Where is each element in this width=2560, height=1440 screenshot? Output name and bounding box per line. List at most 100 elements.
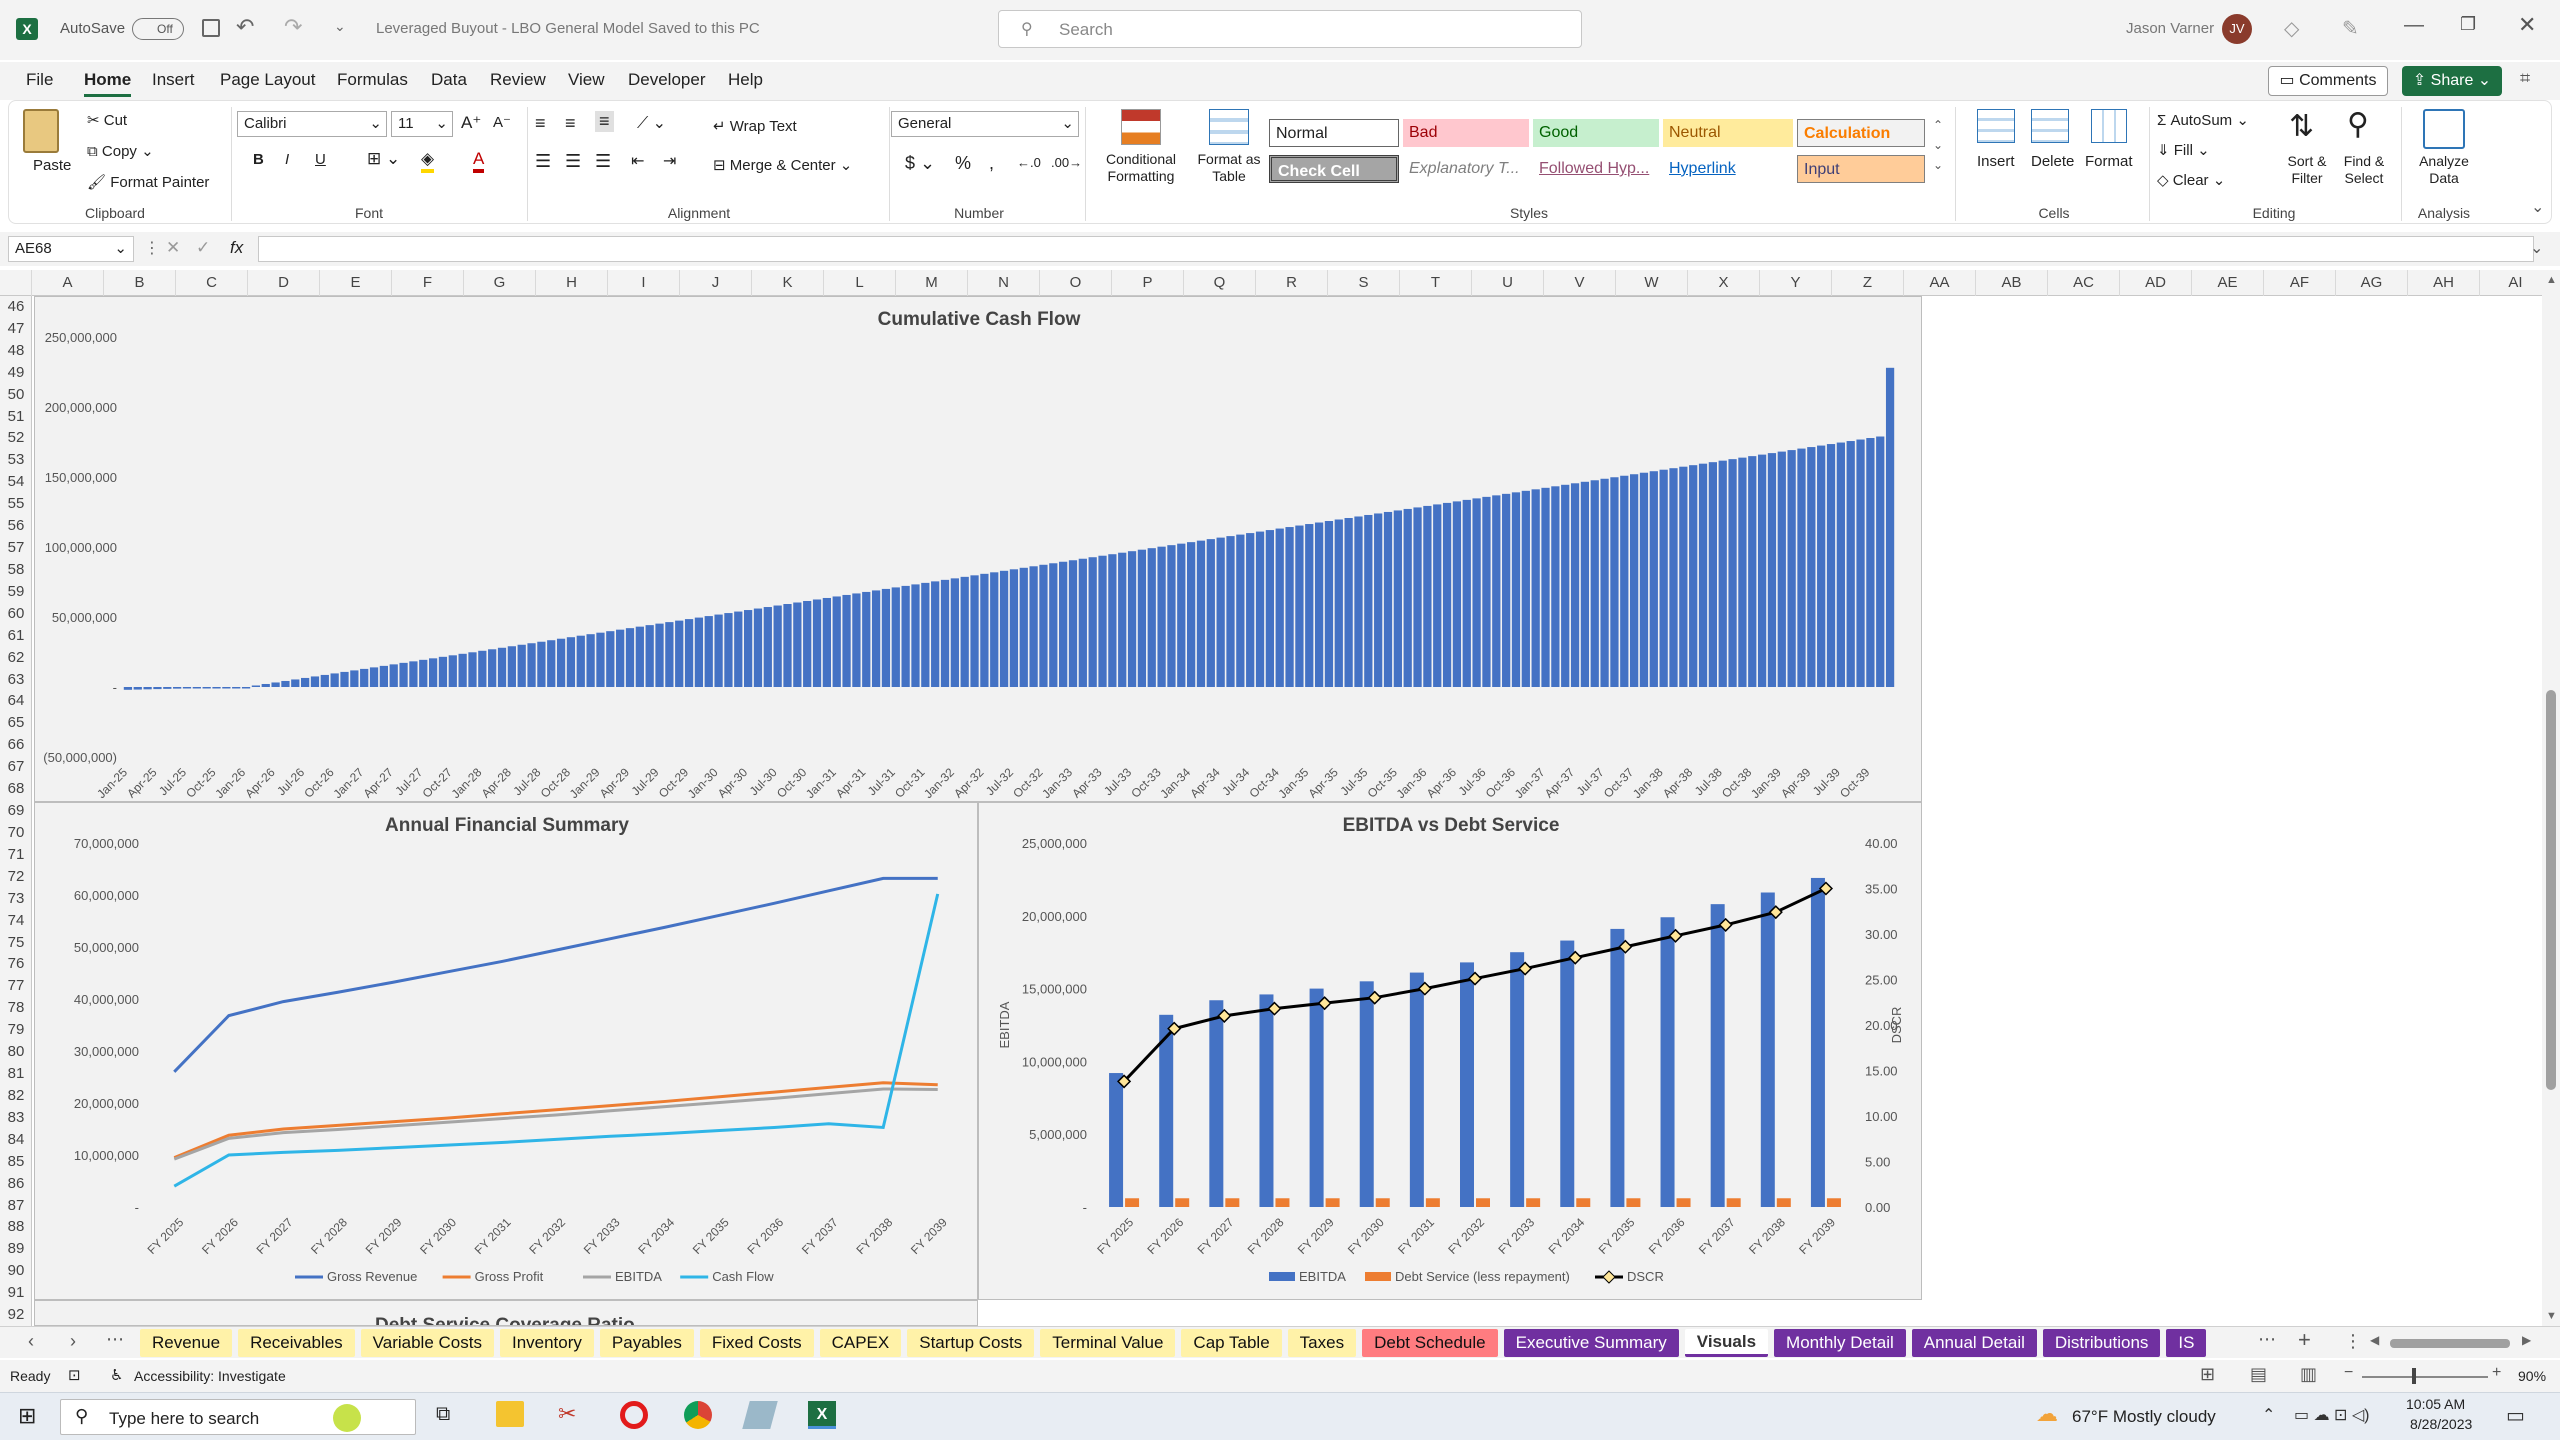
weather-text[interactable]: 67°F Mostly cloudy [2072,1407,2216,1427]
row-header-70[interactable]: 70 [0,824,32,841]
delete-button[interactable]: Delete [2031,153,2074,170]
annual-financial-summary-chart[interactable]: Annual Financial Summary 70,000,000 60,000… [34,802,978,1300]
column-header-u[interactable]: U [1472,270,1544,296]
number-format-select[interactable]: General ⌄ [891,111,1079,137]
column-header-q[interactable]: Q [1184,270,1256,296]
decrease-font-icon[interactable]: A⁻ [493,113,511,131]
tab-options-icon[interactable]: ⋮ [2344,1331,2362,1352]
decrease-decimal-icon[interactable]: .00→ [1051,155,1082,170]
sheet-tab-executive-summary[interactable]: Executive Summary [1503,1329,1679,1357]
sheet-tab-visuals[interactable]: Visuals [1684,1329,1769,1357]
row-header-79[interactable]: 79 [0,1021,32,1038]
column-header-y[interactable]: Y [1760,270,1832,296]
underline-button[interactable]: U [315,151,326,168]
row-header-90[interactable]: 90 [0,1262,32,1279]
expand-formula-icon[interactable]: ⌄ [2530,238,2543,258]
row-header-81[interactable]: 81 [0,1065,32,1082]
accessibility-status[interactable]: Accessibility: Investigate [134,1368,286,1384]
name-box[interactable]: AE68 ⌄ [8,236,134,262]
delete-icon[interactable] [2031,109,2069,143]
taskbar-time[interactable]: 10:05 AM [2406,1396,2465,1412]
row-header-51[interactable]: 51 [0,408,32,425]
row-header-91[interactable]: 91 [0,1284,32,1301]
style-normal[interactable]: Normal [1269,119,1399,147]
orientation-icon[interactable]: ⟋ ⌄ [637,113,666,133]
column-header-t[interactable]: T [1400,270,1472,296]
select-all-corner[interactable] [0,270,32,296]
merge-center-button[interactable]: ⊟ Merge & Center ⌄ [713,156,852,174]
row-header-65[interactable]: 65 [0,714,32,731]
sort-filter-button[interactable]: Sort & Filter [2277,153,2337,187]
insert-function-icon[interactable]: fx [230,238,243,258]
clear-button[interactable]: ◇ Clear ⌄ [2157,171,2225,189]
row-header-76[interactable]: 76 [0,955,32,972]
column-header-c[interactable]: C [176,270,248,296]
wrap-text-button[interactable]: ↵ Wrap Text [713,117,797,135]
font-size-select[interactable]: 11 ⌄ [391,111,453,137]
column-header-n[interactable]: N [968,270,1040,296]
column-header-z[interactable]: Z [1832,270,1904,296]
snipping-tool-icon[interactable]: ✂ [558,1401,576,1427]
page-break-view-icon[interactable]: ▥ [2300,1364,2317,1385]
restore-icon[interactable]: ❐ [2460,14,2476,35]
insert-button[interactable]: Insert [1977,153,2015,170]
row-header-80[interactable]: 80 [0,1043,32,1060]
format-button[interactable]: Format [2085,153,2133,170]
column-header-r[interactable]: R [1256,270,1328,296]
sheet-tab-annual-detail[interactable]: Annual Detail [1911,1329,2037,1357]
column-header-v[interactable]: V [1544,270,1616,296]
scroll-up-icon[interactable]: ▲ [2546,274,2557,286]
horizontal-scroll-thumb[interactable] [2390,1339,2510,1348]
file-explorer-icon[interactable] [496,1401,524,1427]
horizontal-scrollbar[interactable]: ◀ ▶ [2370,1333,2540,1353]
macro-icon[interactable]: ⊡ [68,1366,81,1384]
zoom-level[interactable]: 90% [2518,1368,2546,1384]
sheet-tab-monthly-detail[interactable]: Monthly Detail [1774,1329,1906,1357]
row-header-78[interactable]: 78 [0,999,32,1016]
excel-taskbar-icon[interactable]: X [808,1401,836,1429]
style-explanatory[interactable]: Explanatory T... [1403,155,1529,183]
row-header-87[interactable]: 87 [0,1197,32,1214]
align-middle-icon[interactable]: ≡ [565,113,576,134]
column-header-f[interactable]: F [392,270,464,296]
sheet-tab-is[interactable]: IS [2166,1329,2207,1357]
normal-view-icon[interactable]: ⊞ [2200,1364,2215,1385]
fill-color-icon[interactable]: ◈ [421,149,435,173]
prev-sheet-icon[interactable]: ‹ [28,1331,34,1352]
find-select-button[interactable]: Find & Select [2333,153,2395,187]
copy-button[interactable]: ⧉ Copy ⌄ [87,142,154,160]
row-header-73[interactable]: 73 [0,890,32,907]
taskbar-search[interactable]: ⚲ Type here to search [60,1399,416,1435]
diamond-icon[interactable]: ◇ [2284,16,2299,41]
font-name-select[interactable]: Calibri ⌄ [237,111,387,137]
row-header-50[interactable]: 50 [0,386,32,403]
row-header-66[interactable]: 66 [0,736,32,753]
zoom-in-icon[interactable]: + [2492,1364,2501,1382]
column-header-ac[interactable]: AC [2048,270,2120,296]
customize-toolbar-icon[interactable]: ⌄ [334,18,346,35]
chrome-icon[interactable] [684,1401,712,1429]
column-header-ab[interactable]: AB [1976,270,2048,296]
sheet-tab-fixed-costs[interactable]: Fixed Costs [699,1329,814,1357]
row-header-56[interactable]: 56 [0,517,32,534]
autosum-button[interactable]: Σ AutoSum ⌄ [2157,111,2249,129]
conditional-formatting-icon[interactable] [1121,109,1161,145]
menu-view[interactable]: View [568,70,605,90]
row-header-48[interactable]: 48 [0,342,32,359]
column-header-af[interactable]: AF [2264,270,2336,296]
column-header-p[interactable]: P [1112,270,1184,296]
styles-scroll-icon[interactable]: ⌃ ⌄ ⌄ [1933,115,1943,175]
column-header-a[interactable]: A [32,270,104,296]
sheet-tab-revenue[interactable]: Revenue [140,1329,233,1357]
percent-icon[interactable]: % [955,153,971,174]
currency-icon[interactable]: $ ⌄ [905,153,935,174]
autosave-toggle[interactable]: Off [132,18,184,40]
redo-icon[interactable]: ↷ [284,14,302,40]
style-bad[interactable]: Bad [1403,119,1529,147]
increase-indent-icon[interactable]: ⇥ [663,151,676,171]
row-header-71[interactable]: 71 [0,846,32,863]
style-check-cell[interactable]: Check Cell [1269,155,1399,183]
column-header-e[interactable]: E [320,270,392,296]
undo-icon[interactable]: ↶ [236,14,254,40]
sheet-tab-debt-schedule[interactable]: Debt Schedule [1362,1329,1498,1357]
